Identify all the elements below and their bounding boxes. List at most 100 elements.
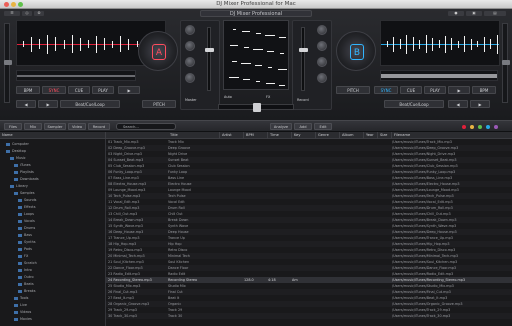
folder-icon — [18, 198, 22, 202]
pitch-slider-b[interactable] — [502, 23, 510, 103]
folder-item[interactable]: Movies — [14, 316, 32, 322]
loop-in-a[interactable]: ◀ — [16, 100, 36, 108]
col-album[interactable]: Album — [340, 132, 364, 139]
folder-item[interactable]: Drums — [18, 225, 35, 231]
pitch-slider-b-handle[interactable] — [502, 60, 510, 65]
low-eq-knob-a[interactable] — [185, 73, 195, 83]
folder-item[interactable]: Samples — [14, 190, 34, 196]
record-button[interactable]: ● — [448, 11, 464, 16]
col-title[interactable]: Title — [168, 132, 220, 139]
layout-button[interactable]: ▤ — [484, 11, 506, 16]
folder-item[interactable]: Videos — [14, 309, 31, 315]
browser-btn-mix[interactable]: Mix — [24, 123, 42, 130]
blue-tag-icon[interactable] — [486, 125, 490, 129]
folder-item[interactable]: Sounds — [18, 197, 36, 203]
low-eq-knob-b[interactable] — [317, 73, 327, 83]
folder-item[interactable]: Synths — [18, 239, 36, 245]
folder-item[interactable]: Loops — [18, 211, 34, 217]
jog-wheel-a[interactable]: A — [138, 31, 178, 71]
gain-knob-b[interactable] — [317, 25, 327, 35]
folder-item[interactable]: Downloads — [14, 176, 39, 182]
pitch-slider-a[interactable] — [4, 23, 12, 103]
folder-item[interactable]: Pads — [18, 246, 32, 252]
purple-tag-icon[interactable] — [494, 125, 498, 129]
folder-item[interactable]: Computer — [6, 141, 29, 147]
folder-item[interactable]: Intro — [18, 267, 32, 273]
col-size[interactable]: Size — [378, 132, 392, 139]
folder-item[interactable]: Effects — [18, 204, 36, 210]
cue-button-a[interactable]: CUE — [68, 86, 90, 94]
folder-item[interactable]: Breaks — [18, 288, 36, 294]
browser-btn-video[interactable]: Video — [68, 123, 86, 130]
volume-fader-a[interactable] — [205, 27, 214, 91]
beat-cue-loop-b[interactable]: Beat/Cue/Loop — [384, 100, 444, 108]
folder-item[interactable]: Library — [10, 183, 28, 189]
table-row[interactable]: 30 Track_30.mp3 Track 30/Users/music/iTun… — [106, 313, 512, 319]
gain-knob-a[interactable] — [185, 25, 195, 35]
col-artist[interactable]: Artist — [220, 132, 244, 139]
folder-item[interactable]: FX — [18, 253, 28, 259]
col-key[interactable]: Key — [292, 132, 316, 139]
volume-fader-b-handle[interactable] — [299, 48, 308, 52]
mid-eq-knob-a[interactable] — [185, 57, 195, 67]
folder-item[interactable]: Vocals — [18, 218, 35, 224]
play-button-a[interactable]: PLAY — [92, 86, 114, 94]
browser-btn-sampler[interactable]: Sampler — [44, 123, 66, 130]
folder-item[interactable]: Tools — [14, 295, 28, 301]
menu-button[interactable]: ☰ — [4, 11, 20, 16]
loop-out-a[interactable]: ▶ — [38, 100, 58, 108]
analyze-button[interactable]: Analyze — [270, 123, 292, 130]
overview-waveform-a[interactable] — [16, 70, 136, 81]
high-eq-knob-b[interactable] — [317, 41, 327, 51]
video-button[interactable]: ▣ — [466, 11, 482, 16]
col-year[interactable]: Year — [364, 132, 378, 139]
browser-btn-files[interactable]: Files — [4, 123, 22, 130]
high-eq-knob-a[interactable] — [185, 41, 195, 51]
folder-item[interactable]: iTunes — [14, 162, 31, 168]
volume-fader-b[interactable] — [299, 27, 308, 91]
search-input[interactable]: Search... — [116, 123, 176, 130]
folder-item[interactable]: Playlists — [14, 169, 34, 175]
browser-btn-record[interactable]: Record — [88, 123, 110, 130]
add-button[interactable]: Add — [294, 123, 312, 130]
cue-button-b[interactable]: CUE — [400, 86, 422, 94]
app-title: DJ Mixer Professional — [200, 10, 312, 17]
play-icon-a[interactable]: ▶ — [118, 86, 140, 94]
fx-label[interactable]: FX — [266, 94, 270, 100]
yellow-tag-icon[interactable] — [470, 125, 474, 129]
folder-item[interactable]: Live — [14, 302, 27, 308]
folder-item[interactable]: Music — [10, 155, 26, 161]
center-waveform-peak — [279, 85, 285, 86]
folder-item[interactable]: Outro — [18, 274, 34, 280]
col-time[interactable]: Time — [268, 132, 292, 139]
loop-out-b[interactable]: ▶ — [470, 100, 490, 108]
jog-wheel-b[interactable]: B — [336, 31, 376, 71]
loop-in-b[interactable]: ◀ — [448, 100, 468, 108]
folder-item[interactable]: Bass — [18, 232, 32, 238]
folder-item[interactable]: Beats — [18, 281, 34, 287]
crossfader-handle[interactable] — [253, 103, 261, 112]
play-icon-b[interactable]: ▶ — [448, 86, 470, 94]
col-bpm[interactable]: BPM — [244, 132, 268, 139]
settings-icon[interactable]: ⚙ — [34, 11, 44, 16]
mid-eq-knob-b[interactable] — [317, 57, 327, 67]
overview-waveform-b[interactable] — [380, 70, 498, 81]
folder-item[interactable]: Scratch — [18, 260, 37, 266]
folder-item[interactable]: Desktop — [6, 148, 26, 154]
sync-button-a[interactable]: SYNC — [42, 86, 66, 94]
col-name[interactable]: Name — [0, 132, 106, 139]
crossfader[interactable] — [218, 103, 294, 112]
volume-fader-a-handle[interactable] — [205, 48, 214, 52]
pitch-slider-a-handle[interactable] — [4, 60, 12, 65]
edit-button[interactable]: Edit — [314, 123, 332, 130]
sync-button-b[interactable]: SYNC — [374, 86, 398, 94]
play-button-b[interactable]: PLAY — [424, 86, 446, 94]
beat-cue-loop-a[interactable]: Beat/Cue/Loop — [60, 100, 120, 108]
waveform-b[interactable] — [380, 20, 500, 66]
green-tag-icon[interactable] — [478, 125, 482, 129]
auto-label[interactable]: Auto — [224, 94, 232, 100]
col-genre[interactable]: Genre — [316, 132, 340, 139]
headphone-icon[interactable]: ◎ — [22, 11, 32, 16]
col-filename[interactable]: Filename — [392, 132, 512, 139]
red-tag-icon[interactable] — [462, 125, 466, 129]
